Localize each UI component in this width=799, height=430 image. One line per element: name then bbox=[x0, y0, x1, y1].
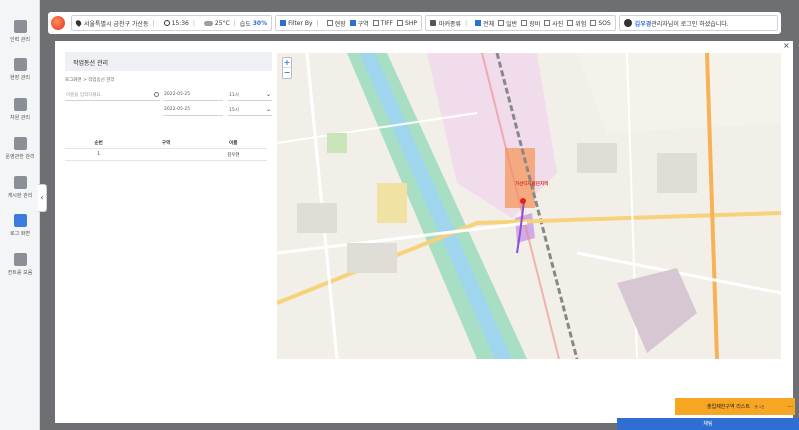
humidity-label: 습도 bbox=[239, 20, 251, 28]
marker-label-equipment: 장비 bbox=[529, 20, 541, 28]
sidebar-item-label: 현장 관리 bbox=[10, 75, 30, 81]
restricted-zone-title: 출입제한구역 리스트 bbox=[707, 404, 750, 410]
sidebar-item-operator[interactable]: 운영관한 관리 bbox=[0, 137, 40, 160]
filter-checkbox-tiff[interactable] bbox=[372, 20, 379, 26]
location-pin-icon bbox=[74, 19, 83, 27]
app-logo bbox=[51, 16, 65, 30]
filter-label-zone: 구역 bbox=[357, 20, 369, 28]
breadcrumb: 로그화면 > 작업동선 관리 bbox=[65, 78, 115, 83]
route-table: 순번 구역 이름 1 김우현 bbox=[65, 137, 267, 161]
map-view[interactable]: + − 가산디지털단지역 bbox=[277, 53, 781, 359]
chat-button[interactable]: 채팅 bbox=[617, 418, 799, 430]
user-avatar-icon[interactable] bbox=[623, 19, 632, 27]
left-sidebar: 인력 관리 현장 관리 자원 관리 운영관한 관리 게시판 관리 로그 화면 컨… bbox=[0, 0, 40, 430]
clock-icon bbox=[163, 20, 170, 26]
sidebar-item-personnel[interactable]: 인력 관리 bbox=[0, 20, 40, 43]
control-icon bbox=[13, 253, 27, 266]
marker-checkbox-sos[interactable] bbox=[590, 20, 597, 26]
filter-by-checkbox[interactable] bbox=[280, 20, 287, 26]
chevron-down-icon: ⌄ bbox=[265, 106, 271, 113]
cloud-icon bbox=[203, 20, 213, 26]
zoom-out-button[interactable]: − bbox=[283, 68, 291, 78]
marker-label-danger: 위험 bbox=[575, 20, 587, 28]
station-label: 가산디지털단지역 bbox=[515, 182, 549, 187]
filter-checkbox-zone[interactable] bbox=[349, 20, 356, 26]
map-flag-icon bbox=[13, 58, 27, 71]
table-row[interactable]: 1 김우현 bbox=[65, 149, 267, 161]
sidebar-item-board[interactable]: 게시판 관리 bbox=[0, 176, 40, 199]
search-icon[interactable] bbox=[154, 92, 159, 97]
filter-label-shp: SHP bbox=[405, 19, 417, 27]
filter-label-site: 현장 bbox=[334, 20, 346, 28]
chevron-down-icon: ⌄ bbox=[265, 91, 271, 98]
location-text: 서울특별시 금천구 가산동 bbox=[84, 20, 149, 28]
time-text: 15:36 bbox=[171, 19, 189, 27]
sidebar-item-control[interactable]: 컨트롤 모음 bbox=[0, 253, 40, 276]
start-date-field[interactable]: 2022-05-25 bbox=[163, 90, 223, 101]
search-placeholder: 이름을 입력하세요. bbox=[66, 93, 102, 98]
breadcrumb-home[interactable]: 로그화면 bbox=[65, 78, 82, 83]
sidebar-item-label: 인력 관리 bbox=[10, 37, 30, 43]
location-weather-box: 서울특별시 금천구 가산동 | 15:36 | 25°C | 습도 30% bbox=[71, 15, 273, 31]
panel-title: 작업동선 관리 bbox=[65, 52, 272, 71]
sidebar-item-label: 자원 관리 bbox=[10, 115, 30, 121]
filter-by-label: Filter By bbox=[288, 19, 313, 27]
sidebar-item-label: 로그 화면 bbox=[10, 231, 30, 237]
marker-box: 마커종류 | 전체 일반 장비 사진 위험 SOS bbox=[424, 15, 616, 31]
restricted-zone-list-bar[interactable]: 출입제한구역 리스트 총 1건 ... bbox=[675, 398, 795, 415]
sidebar-item-log[interactable]: 로그 화면 bbox=[0, 214, 40, 237]
marker-label-sos: SOS bbox=[598, 19, 611, 27]
sidebar-item-resource[interactable]: 자원 관리 bbox=[0, 98, 40, 121]
zoom-in-button[interactable]: + bbox=[283, 58, 291, 68]
sidebar-item-label: 운영관한 관리 bbox=[5, 154, 35, 160]
marker-type-label: 마커종류 bbox=[438, 20, 462, 28]
main-panel: 작업동선 관리 로그화면 > 작업동선 관리 이름을 입력하세요. 2022-0… bbox=[55, 41, 793, 423]
marker-label-photo: 사진 bbox=[552, 20, 564, 28]
marker-label-all: 전체 bbox=[483, 20, 495, 28]
user-login-message: 관리자님이 로그인 하셨습니다. bbox=[651, 20, 729, 28]
operator-icon bbox=[13, 137, 27, 150]
marker-checkbox-general[interactable] bbox=[498, 20, 505, 26]
close-icon[interactable]: × bbox=[783, 42, 791, 50]
marker-label-general: 일반 bbox=[506, 20, 518, 28]
marker-checkbox-equipment[interactable] bbox=[521, 20, 528, 26]
marker-type-icon bbox=[429, 20, 436, 26]
restricted-zone-count: 총 1건 bbox=[754, 405, 765, 409]
humidity-value: 30% bbox=[252, 19, 268, 27]
map-zoom-control: + − bbox=[282, 57, 292, 79]
filter-box: Filter By | 현장 구역 TIFF SHP bbox=[275, 15, 422, 31]
user-box: 김우경 관리자님이 로그인 하셨습니다. bbox=[618, 15, 778, 31]
sidebar-collapse-button[interactable]: ‹ bbox=[38, 184, 47, 212]
log-screen-icon bbox=[13, 214, 27, 227]
sidebar-item-label: 게시판 관리 bbox=[7, 193, 33, 199]
more-icon[interactable]: ... bbox=[787, 402, 793, 409]
end-date-field[interactable]: 2022-05-25 bbox=[163, 105, 223, 116]
sidebar-item-site[interactable]: 현장 관리 bbox=[0, 58, 40, 81]
marker-checkbox-all[interactable] bbox=[475, 20, 482, 26]
sidebar-item-label: 컨트롤 모음 bbox=[7, 270, 33, 276]
filter-checkbox-shp[interactable] bbox=[397, 20, 404, 26]
resource-icon bbox=[13, 98, 27, 111]
filter-label-tiff: TIFF bbox=[380, 19, 394, 27]
user-name: 김우경 bbox=[634, 20, 652, 28]
end-hour-select[interactable]: 15시 ⌄ bbox=[228, 105, 272, 116]
person-badge-icon bbox=[13, 20, 27, 33]
breadcrumb-current: 작업동선 관리 bbox=[88, 78, 115, 83]
board-icon bbox=[13, 176, 27, 189]
map-tiles bbox=[277, 53, 781, 359]
name-search-input[interactable]: 이름을 입력하세요. bbox=[65, 90, 160, 101]
start-hour-select[interactable]: 11시 ⌄ bbox=[228, 90, 272, 101]
marker-checkbox-danger[interactable] bbox=[567, 20, 574, 26]
marker-checkbox-photo[interactable] bbox=[544, 20, 551, 26]
table-header: 순번 구역 이름 bbox=[65, 137, 267, 149]
temperature-text: 25°C bbox=[214, 19, 230, 27]
top-bar: 서울특별시 금천구 가산동 | 15:36 | 25°C | 습도 30% Fi… bbox=[48, 12, 781, 34]
filter-checkbox-site[interactable] bbox=[326, 20, 333, 26]
